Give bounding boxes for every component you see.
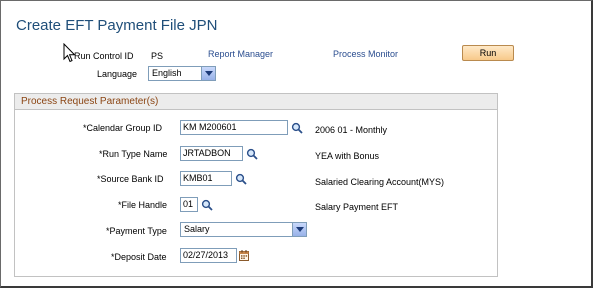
chevron-down-icon[interactable] (201, 67, 215, 80)
run-control-label: Run Control ID (74, 51, 134, 61)
file-handle-label: *File Handle (118, 200, 168, 210)
source-bank-label: *Source Bank ID (97, 174, 164, 184)
run-button[interactable]: Run (462, 45, 514, 61)
magnifier-icon[interactable] (235, 173, 247, 185)
run-control-value: PS (151, 51, 164, 61)
process-monitor-link[interactable]: Process Monitor (333, 49, 398, 59)
file-handle-input[interactable]: 01 (180, 197, 198, 212)
payment-type-select-value: Salary (184, 224, 210, 234)
run-type-input[interactable]: JRTADBON (180, 146, 243, 161)
payment-type-select[interactable]: Salary (180, 222, 307, 237)
group-header: Process Request Parameter(s) (15, 94, 497, 110)
calendar-icon[interactable] (239, 250, 249, 261)
language-select[interactable]: English (148, 66, 216, 81)
page-title: Create EFT Payment File JPN (16, 17, 218, 34)
deposit-date-input[interactable]: 02/27/2013 (180, 248, 237, 263)
run-type-description: YEA with Bonus (315, 151, 380, 161)
calendar-group-description: 2006 01 - Monthly (315, 125, 388, 135)
language-select-value: English (152, 68, 182, 78)
calendar-group-input[interactable]: KM M200601 (180, 120, 288, 135)
calendar-group-label: *Calendar Group ID (83, 123, 163, 133)
payment-type-label: *Payment Type (106, 226, 167, 236)
magnifier-icon[interactable] (291, 122, 303, 134)
source-bank-description: Salaried Clearing Account(MYS) (315, 177, 445, 187)
magnifier-icon[interactable] (201, 199, 213, 211)
magnifier-icon[interactable] (246, 148, 258, 160)
deposit-date-label: *Deposit Date (111, 252, 167, 262)
language-label: Language (97, 69, 138, 79)
source-bank-input[interactable]: KMB01 (180, 171, 232, 186)
chevron-down-icon[interactable] (292, 223, 306, 236)
window-frame: Create EFT Payment File JPN Run Control … (0, 0, 593, 288)
run-type-label: *Run Type Name (99, 149, 168, 159)
file-handle-description: Salary Payment EFT (315, 202, 399, 212)
group-title: Process Request Parameter(s) (21, 96, 159, 107)
report-manager-link[interactable]: Report Manager (208, 49, 273, 59)
